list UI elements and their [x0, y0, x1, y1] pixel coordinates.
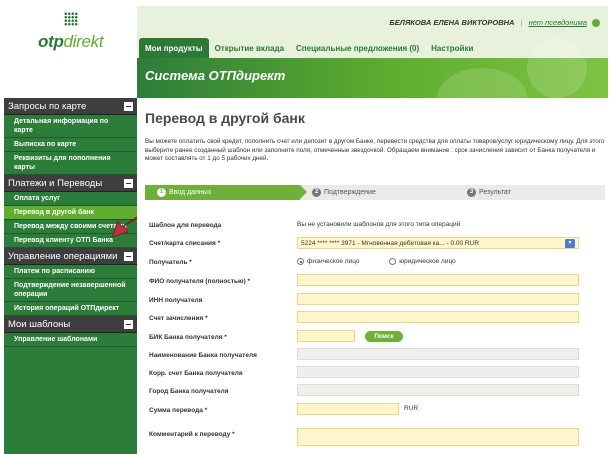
main-content: Перевод в другой банк Вы можете оплатить…: [137, 98, 608, 454]
account-select[interactable]: 5224 **** **** 3971 - Мгновенная дебетов…: [297, 237, 579, 249]
collapse-icon[interactable]: [124, 101, 133, 111]
sidebar-item-confirm-pending[interactable]: Подтверждение незавершенной операции: [4, 279, 137, 302]
sidebar-item-manage-templates[interactable]: Управление шаблонами: [4, 333, 137, 347]
search-button[interactable]: Поиск: [365, 331, 403, 342]
sidebar-group-operations[interactable]: Управление операциями: [4, 248, 137, 265]
city-field: [297, 384, 579, 396]
tab-my-products[interactable]: Мои продукты: [139, 38, 209, 60]
logo-strip: [4, 58, 137, 98]
step-input: 1 Ввод данных: [145, 185, 307, 200]
inn-label: ИНН получателя: [149, 297, 203, 304]
banner: Система ОТПдирект: [137, 38, 608, 128]
tab-open-deposit[interactable]: Открытие вклада: [209, 38, 290, 60]
inn-input[interactable]: [297, 293, 579, 305]
template-value: Вы не установили шаблонов для этого типа…: [297, 221, 461, 228]
wizard-steps: 1 Ввод данных 2 Подтверждение 3 Результа…: [145, 185, 605, 200]
account-to-label: Счет зачисления *: [149, 315, 208, 322]
header-user: БЕЛЯКОВА ЕЛЕНА ВИКТОРОВНА | нет псевдони…: [389, 18, 600, 28]
page-title: Перевод в другой банк: [145, 110, 305, 126]
city-label: Город Банка получателя: [149, 388, 229, 395]
user-name: БЕЛЯКОВА ЕЛЕНА ВИКТОРОВНА: [389, 18, 515, 27]
fio-label: ФИО получателя (полностью) *: [149, 278, 251, 285]
account-label: Счет/карта списания *: [149, 240, 221, 247]
bank-name-label: Наименование Банка получателя: [149, 352, 257, 359]
recipient-radio-group: физическое лицо юридическое лицо: [297, 258, 456, 265]
step-label: Ввод данных: [169, 189, 212, 196]
collapse-icon[interactable]: [124, 319, 133, 329]
comment-label: Комментарий к переводу *: [149, 431, 235, 438]
logo-text-light: direkt: [63, 32, 104, 51]
top-tabs: Мои продукты Открытие вклада Специальные…: [139, 38, 479, 60]
fio-input[interactable]: [297, 274, 579, 286]
page: otpdirekt БЕЛЯКОВА ЕЛЕНА ВИКТОРОВНА | не…: [0, 0, 614, 454]
tab-special-offers[interactable]: Специальные предложения (0): [290, 38, 425, 60]
collapse-icon[interactable]: [124, 251, 133, 261]
account-to-input[interactable]: [297, 311, 579, 323]
amount-input[interactable]: [297, 403, 399, 415]
step-label: Результат: [479, 189, 511, 196]
radio-individual[interactable]: физическое лицо: [297, 258, 359, 265]
banner-decoration: [527, 38, 587, 98]
step-number: 1: [157, 188, 166, 197]
sidebar-group-title: Платежи и Переводы: [8, 177, 103, 189]
sidebar-group-title: Управление операциями: [8, 250, 118, 262]
sidebar-group-templates[interactable]: Мои шаблоны: [4, 316, 137, 333]
logo-text-bold: otp: [38, 32, 64, 51]
logo-dots-icon: [64, 12, 78, 26]
page-description: Вы можете оплатить свой кредит, пополнит…: [145, 138, 605, 162]
sidebar-group-title: Мои шаблоны: [8, 318, 71, 330]
banner-title: Система ОТПдирект: [145, 68, 286, 83]
bank-name-field: [297, 348, 579, 360]
step-number: 2: [312, 188, 321, 197]
pseudonym-link[interactable]: нет псевдонима: [529, 18, 587, 27]
step-number: 3: [467, 188, 476, 197]
step-chevron-icon: [455, 185, 462, 199]
bik-input[interactable]: [297, 330, 355, 342]
tab-settings[interactable]: Настройки: [425, 38, 479, 60]
sidebar-item-card-requisites[interactable]: Реквизиты для пополнения карты: [4, 152, 137, 175]
recipient-label: Получатель *: [149, 259, 192, 266]
account-select-value: 5224 **** **** 3971 - Мгновенная дебетов…: [301, 239, 480, 247]
radio-legal-label: юридическое лицо: [399, 258, 456, 266]
sidebar-item-card-details[interactable]: Детальная информация по карте: [4, 115, 137, 138]
template-label: Шаблон для перевода: [149, 222, 222, 229]
radio-individual-icon[interactable]: [297, 258, 304, 265]
corr-field: [297, 366, 579, 378]
sidebar-item-operations-history[interactable]: История операций ОТПдирект: [4, 302, 137, 316]
corr-label: Корр. счет Банка получателя: [149, 370, 243, 377]
header-separator: |: [520, 18, 523, 27]
step-result: 3 Результат: [455, 185, 605, 200]
sidebar-item-pay-services[interactable]: Оплата услуг: [4, 192, 137, 206]
collapse-icon[interactable]: [124, 178, 133, 188]
sidebar-group-payments[interactable]: Платежи и Переводы: [4, 175, 137, 192]
radio-individual-label: физическое лицо: [307, 258, 360, 266]
currency-label: RUR: [404, 405, 419, 412]
amount-label: Сумма перевода *: [149, 407, 208, 414]
radio-legal-icon[interactable]: [389, 258, 397, 265]
status-icon: [592, 19, 600, 28]
sidebar-item-card-statement[interactable]: Выписка по карте: [4, 138, 137, 152]
comment-input[interactable]: [297, 428, 579, 446]
step-chevron-icon: [300, 185, 307, 199]
sidebar-item-scheduled-payment[interactable]: Платеж по расписанию: [4, 265, 137, 279]
radio-legal[interactable]: юридическое лицо: [389, 258, 456, 266]
sidebar: Запросы по карте Детальная информация по…: [4, 98, 137, 454]
step-confirm: 2 Подтверждение: [300, 185, 462, 200]
chevron-down-icon[interactable]: ▾: [565, 238, 575, 248]
sidebar-group-card-requests[interactable]: Запросы по карте: [4, 98, 137, 115]
otp-logo[interactable]: otpdirekt: [4, 6, 137, 58]
bik-label: БИК Банка получателя *: [149, 334, 227, 341]
step-label: Подтверждение: [324, 189, 376, 196]
sidebar-group-title: Запросы по карте: [8, 100, 87, 112]
